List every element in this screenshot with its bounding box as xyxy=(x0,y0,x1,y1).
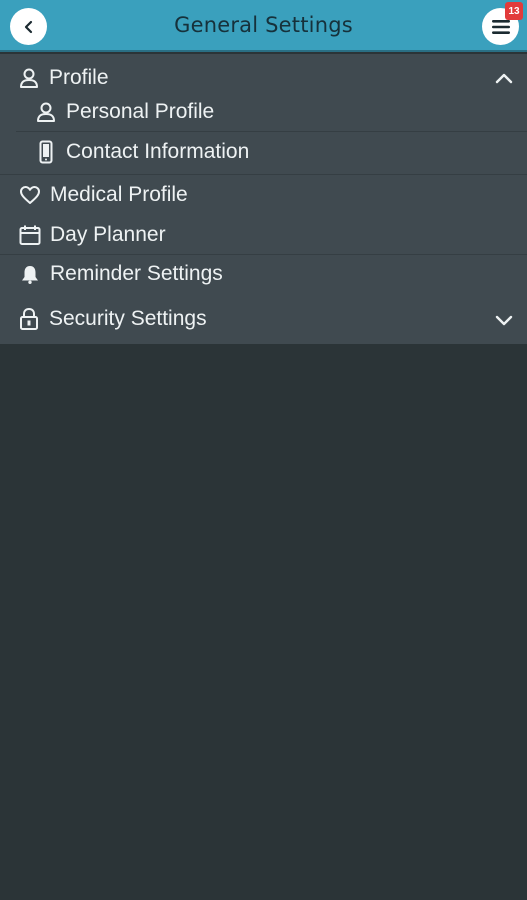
heart-icon xyxy=(18,183,42,207)
settings-menu: Profile Personal Profile Contact Informa… xyxy=(0,54,527,344)
menu-item-label: Security Settings xyxy=(49,307,207,330)
menu-item-reminder-settings[interactable]: Reminder Settings xyxy=(0,255,527,293)
chevron-up-icon[interactable] xyxy=(494,68,514,88)
menu-item-label: Day Planner xyxy=(50,223,166,246)
divider xyxy=(0,174,527,175)
menu-item-medical-profile[interactable]: Medical Profile xyxy=(0,176,527,214)
menu-item-security-settings[interactable]: Security Settings xyxy=(0,300,527,338)
menu-item-label: Reminder Settings xyxy=(50,262,223,285)
app-header: General Settings 13 xyxy=(0,0,527,52)
menu-item-label: Medical Profile xyxy=(50,183,188,206)
phone-icon xyxy=(34,140,58,164)
notification-badge: 13 xyxy=(505,2,523,20)
hamburger-menu-icon xyxy=(491,19,510,34)
submenu-item-label: Contact Information xyxy=(66,140,250,163)
chevron-down-icon[interactable] xyxy=(494,310,514,330)
menu-item-label: Profile xyxy=(49,66,109,89)
page-title: General Settings xyxy=(174,13,353,37)
submenu-item-contact-information[interactable]: Contact Information xyxy=(16,132,527,172)
menu-item-profile[interactable]: Profile xyxy=(0,59,527,97)
bell-icon xyxy=(18,262,42,286)
menu-item-day-planner[interactable]: Day Planner xyxy=(0,216,527,254)
submenu-item-label: Personal Profile xyxy=(66,100,215,123)
calendar-icon xyxy=(18,223,42,247)
submenu-item-personal-profile[interactable]: Personal Profile xyxy=(16,93,527,131)
user-icon xyxy=(17,66,41,90)
user-icon xyxy=(34,100,58,124)
lock-icon xyxy=(17,307,41,331)
